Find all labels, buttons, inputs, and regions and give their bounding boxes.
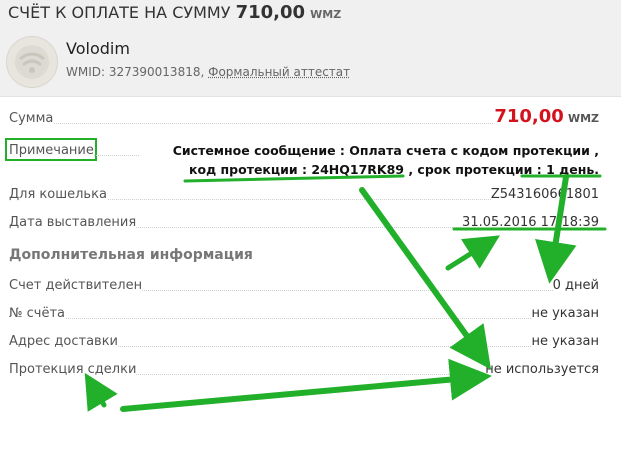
amount-value-group: 710,00 WMZ: [494, 106, 599, 127]
valid-label: Счет действителен: [9, 278, 143, 293]
row-leader: [9, 318, 599, 319]
arrow-code-to-protection: [359, 187, 492, 370]
additional-info-title: Дополнительная информация: [9, 247, 253, 263]
user-name: Volodim: [66, 39, 130, 58]
user-meta: WMID: 327390013818, Формальный аттестат: [66, 65, 350, 79]
invoice-title: СЧЁТ К ОПЛАТЕ НА СУММУ 710,00 WMZ: [8, 2, 341, 23]
invoice-header: СЧЁТ К ОПЛАТЕ НА СУММУ 710,00 WMZ Volodi…: [0, 0, 621, 97]
date-value: 31.05.2016 17:18:39: [462, 215, 599, 230]
number-value: не указан: [531, 306, 599, 321]
number-label: № счёта: [9, 306, 66, 321]
attestat-link[interactable]: Формальный аттестат: [208, 65, 350, 79]
user-avatar-icon: [6, 36, 58, 88]
note-line-1: Системное сообщение : Оплата счета с код…: [172, 143, 599, 158]
wallet-label: Для кошелька: [9, 187, 107, 202]
note-text: Системное сообщение : Оплата счета с код…: [154, 141, 599, 179]
delivery-value: не указан: [531, 334, 599, 349]
amount-label: Сумма: [9, 111, 54, 126]
wallet-value[interactable]: Z543160661801: [490, 187, 599, 202]
amount-currency: WMZ: [567, 112, 599, 125]
title-currency: WMZ: [310, 8, 342, 21]
protection-label: Протекция сделки: [9, 362, 137, 377]
protection-value: не используется: [485, 362, 599, 377]
arrow-to-protection-value: [120, 358, 492, 412]
arrow-to-protection-label: [84, 372, 118, 412]
arrow-date: [445, 235, 500, 271]
title-prefix: СЧЁТ К ОПЛАТЕ НА СУММУ: [8, 3, 231, 22]
title-amount: 710,00: [235, 2, 306, 23]
delivery-label: Адрес доставки: [9, 334, 119, 349]
note-label: Примечание: [9, 143, 94, 158]
wmid-text: WMID: 327390013818,: [66, 65, 205, 79]
date-label: Дата выставления: [9, 215, 137, 230]
valid-value: 0 дней: [552, 278, 599, 293]
note-line-2: код протекции : 24HQ17RK89 , срок протек…: [189, 162, 599, 177]
amount-value: 710,00: [494, 106, 564, 127]
